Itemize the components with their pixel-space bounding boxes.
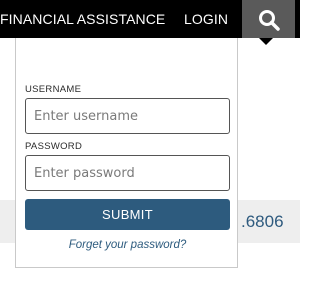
- search-icon: [259, 10, 280, 31]
- dropdown-caret-icon: [259, 38, 273, 45]
- top-nav-bar: FINANCIAL ASSISTANCE LOGIN: [0, 0, 300, 38]
- forgot-password-link[interactable]: Forget your password?: [25, 239, 230, 251]
- username-input[interactable]: [25, 98, 230, 134]
- search-button[interactable]: [242, 0, 295, 38]
- topbar-edge: [295, 0, 300, 38]
- username-label: USERNAME: [25, 84, 82, 95]
- login-dropdown-panel: [15, 38, 238, 268]
- nav-financial-assistance-link[interactable]: FINANCIAL ASSISTANCE: [0, 0, 165, 38]
- password-input[interactable]: [25, 155, 230, 191]
- nav-login-link[interactable]: LOGIN: [184, 0, 228, 38]
- background-phone-fragment: .6806: [241, 212, 284, 231]
- submit-button[interactable]: SUBMIT: [25, 199, 230, 230]
- password-label: PASSWORD: [25, 141, 83, 152]
